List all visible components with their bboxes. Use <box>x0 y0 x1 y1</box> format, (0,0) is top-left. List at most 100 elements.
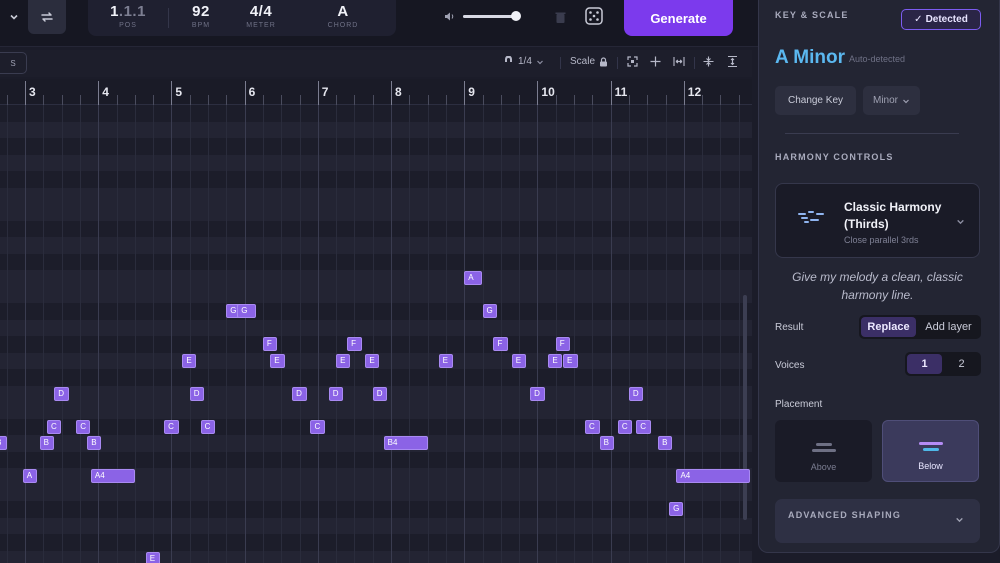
grid-line <box>25 105 26 563</box>
midi-note[interactable]: E <box>511 353 527 368</box>
chevron-down-icon[interactable] <box>0 0 28 34</box>
voices-toggle[interactable]: 1 2 <box>905 352 981 376</box>
grid-line <box>409 105 411 563</box>
beat-tick <box>281 95 283 105</box>
midi-note[interactable]: E <box>182 353 197 368</box>
grid-snap-select[interactable]: 1/4 <box>503 56 544 67</box>
midi-note[interactable]: G <box>237 304 256 318</box>
midi-note[interactable]: D <box>292 386 307 401</box>
midi-note[interactable]: B <box>0 436 7 450</box>
midi-note[interactable]: A4 <box>90 469 135 483</box>
harmony-preset-select[interactable]: Classic Harmony (Thirds) Close parallel … <box>775 183 980 258</box>
pitch-row <box>0 501 752 518</box>
grid-line <box>683 105 685 563</box>
midi-note[interactable]: C <box>617 419 632 434</box>
midi-note[interactable]: E <box>270 353 285 368</box>
midi-note[interactable]: F <box>347 337 362 351</box>
advanced-shaping-section[interactable]: ADVANCED SHAPING <box>775 499 980 543</box>
midi-note[interactable]: G <box>482 304 497 318</box>
midi-note[interactable]: C <box>636 419 651 434</box>
pitch-row <box>0 237 752 254</box>
volume-slider-handle[interactable] <box>511 11 522 21</box>
midi-note[interactable]: D <box>54 386 69 401</box>
midi-note[interactable]: C <box>310 419 326 434</box>
midi-note[interactable]: E <box>563 353 578 368</box>
midi-note[interactable]: B <box>87 436 102 450</box>
crosshair-button[interactable] <box>650 56 661 67</box>
scale-mode-select[interactable]: Minor <box>863 86 920 115</box>
midi-note[interactable]: B <box>658 436 673 450</box>
pitch-row <box>0 320 752 337</box>
meter-display[interactable]: 4/4 METER <box>236 3 286 29</box>
vertical-zoom-button[interactable] <box>727 56 738 67</box>
midi-note[interactable]: D <box>530 386 545 401</box>
midi-note[interactable]: C <box>200 419 216 434</box>
result-toggle[interactable]: Replace Add layer <box>859 315 981 339</box>
timeline-ruler[interactable]: 3 4 5 6 7 8 9 10 11 12 <box>0 79 752 105</box>
midi-note[interactable]: F <box>493 337 509 351</box>
beat-tick <box>226 95 228 105</box>
midi-note[interactable]: E <box>336 353 351 368</box>
midi-note[interactable]: F <box>555 337 570 351</box>
voices-2-option[interactable]: 2 <box>944 354 979 374</box>
placement-below-option[interactable]: Below <box>882 420 979 482</box>
midi-note[interactable]: B4 <box>383 436 428 450</box>
midi-note[interactable]: D <box>628 386 643 401</box>
bar-tick <box>244 81 246 105</box>
beat-tick <box>354 95 356 105</box>
midi-note[interactable]: C <box>76 419 91 434</box>
transport-display: 1.1.1 POS 92 BPM 4/4 METER A CHORD <box>88 0 396 36</box>
voices-label: Voices <box>775 360 805 371</box>
pitch-row <box>0 485 752 502</box>
grid-line <box>647 105 649 563</box>
side-tab[interactable]: S <box>0 52 27 74</box>
vertical-shrink-button[interactable] <box>703 56 714 67</box>
midi-note[interactable]: F <box>262 337 277 351</box>
midi-note[interactable]: E <box>145 551 161 563</box>
midi-note[interactable]: E <box>365 353 380 368</box>
bar-number: 12 <box>687 85 702 99</box>
midi-note[interactable]: C <box>46 419 61 434</box>
detected-badge[interactable]: ✓ Detected <box>901 9 981 30</box>
midi-note[interactable]: C <box>164 419 179 434</box>
midi-note[interactable]: D <box>189 386 204 401</box>
beat-tick <box>647 95 649 105</box>
piano-roll-grid[interactable]: AGGGFFFFEEEEEEEEDDDDDDDCCCCCCCCBBBB4BBAA… <box>0 105 752 563</box>
generate-button[interactable]: Generate <box>624 0 733 36</box>
grid-line <box>354 105 356 563</box>
midi-note[interactable]: G <box>669 502 684 516</box>
chevron-down-icon <box>957 219 964 225</box>
dice-icon[interactable] <box>583 5 605 27</box>
key-scale-title: KEY & SCALE <box>775 10 849 20</box>
horizontal-zoom-button[interactable] <box>673 56 685 67</box>
midi-note[interactable]: D <box>328 386 343 401</box>
trash-icon[interactable] <box>552 8 568 26</box>
harmony-preset-name: Classic Harmony (Thirds) <box>844 200 942 231</box>
voices-1-option[interactable]: 1 <box>907 354 942 374</box>
result-replace-option[interactable]: Replace <box>861 317 916 337</box>
midi-note[interactable]: A <box>464 271 483 285</box>
bpm-display[interactable]: 92 BPM <box>176 3 226 29</box>
volume-slider[interactable] <box>463 11 522 21</box>
harmony-prompt-text: Give my melody a clean, classic harmony … <box>792 270 963 302</box>
beat-tick <box>720 95 722 105</box>
fit-view-button[interactable] <box>627 56 638 67</box>
result-add-layer-option[interactable]: Add layer <box>918 317 979 337</box>
midi-note[interactable]: B <box>599 436 615 450</box>
vertical-scrollbar[interactable] <box>743 295 747 520</box>
midi-note[interactable]: E <box>548 353 563 368</box>
midi-note[interactable]: C <box>584 419 600 434</box>
midi-note[interactable]: B <box>39 436 54 450</box>
scale-lock-toggle[interactable]: Scale <box>570 56 608 67</box>
shrink-vertical-icon <box>703 56 714 67</box>
placement-above-option[interactable]: Above <box>775 420 872 482</box>
midi-note[interactable]: E <box>438 353 454 368</box>
grid-line <box>628 105 630 563</box>
midi-note[interactable]: A <box>22 469 38 483</box>
loop-button[interactable] <box>28 0 66 34</box>
midi-note[interactable]: D <box>372 386 387 401</box>
change-key-button[interactable]: Change Key <box>775 86 856 115</box>
midi-note[interactable]: A4 <box>676 469 750 483</box>
bar-number: 8 <box>395 85 402 99</box>
pitch-row <box>0 253 752 270</box>
